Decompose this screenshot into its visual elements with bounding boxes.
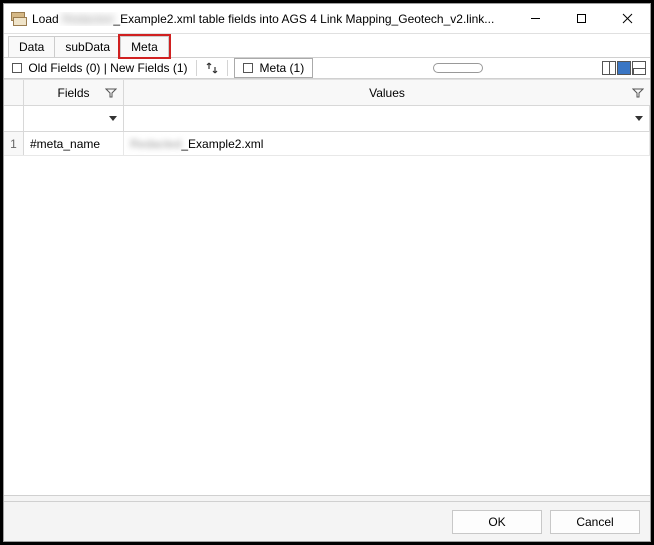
minimize-icon	[530, 13, 541, 24]
grip-handle[interactable]	[433, 63, 483, 73]
filter-values-cell[interactable]	[124, 106, 650, 131]
titlebar-buttons	[512, 4, 650, 33]
grid-header-row: Fields Values	[4, 80, 650, 106]
titlebar: Load Redacted_Example2.xml table fields …	[4, 4, 650, 34]
data-grid: Fields Values 1	[4, 79, 650, 495]
fields-separator: |	[100, 61, 110, 75]
dropdown-icon	[635, 116, 643, 121]
main-tabs: Data subData Meta	[4, 34, 650, 57]
grid-body: 1 #meta_name Redacted_Example2.xml	[4, 132, 650, 495]
minimize-button[interactable]	[512, 4, 558, 33]
cell-value-redacted: Redacted	[130, 137, 181, 151]
toolbar-divider-2	[227, 60, 228, 76]
close-icon	[622, 13, 633, 24]
footer: OK Cancel	[4, 501, 650, 541]
content-area: Data subData Meta Old Fields (0) | New F…	[4, 34, 650, 541]
title-prefix: Load	[32, 12, 62, 26]
column-header-fields-label: Fields	[57, 86, 89, 100]
cancel-button[interactable]: Cancel	[550, 510, 640, 534]
column-header-fields[interactable]: Fields	[24, 80, 124, 105]
layout-toggles	[602, 61, 648, 75]
grid-filter-row	[4, 106, 650, 132]
filter-icon[interactable]	[632, 87, 644, 99]
toolbar-divider	[196, 60, 197, 76]
fields-summary: Old Fields (0) | New Fields (1)	[6, 61, 194, 75]
window-title: Load Redacted_Example2.xml table fields …	[32, 12, 512, 26]
filter-icon[interactable]	[105, 87, 117, 99]
layout-split-v-button[interactable]	[632, 61, 646, 75]
toolbar: Old Fields (0) | New Fields (1) Meta (1)	[4, 57, 650, 79]
layout-split-h-button[interactable]	[602, 61, 616, 75]
row-header-corner	[4, 80, 24, 105]
dropdown-icon	[109, 116, 117, 121]
swap-button[interactable]	[199, 61, 225, 75]
tab-subdata[interactable]: subData	[54, 36, 121, 57]
sub-tab-meta[interactable]: Meta (1)	[234, 58, 314, 78]
title-suffix: _Example2.xml table fields into AGS 4 Li…	[113, 12, 494, 26]
column-header-values[interactable]: Values	[124, 80, 650, 105]
filter-fields-cell[interactable]	[24, 106, 124, 131]
tab-meta[interactable]: Meta	[120, 36, 169, 57]
app-icon	[10, 11, 26, 27]
cell-value[interactable]: Redacted_Example2.xml	[124, 132, 650, 155]
sub-tab-meta-label: Meta (1)	[260, 61, 305, 75]
maximize-icon	[576, 13, 587, 24]
row-header-blank	[4, 106, 24, 131]
close-button[interactable]	[604, 4, 650, 33]
row-number-cell: 1	[4, 132, 24, 155]
toolbar-spacer	[313, 63, 602, 73]
tab-data[interactable]: Data	[8, 36, 55, 57]
swap-icon	[205, 61, 219, 75]
checkbox-icon[interactable]	[243, 63, 253, 73]
column-header-values-label: Values	[369, 86, 405, 100]
layout-single-button[interactable]	[617, 61, 631, 75]
maximize-button[interactable]	[558, 4, 604, 33]
title-redacted: Redacted	[62, 12, 113, 26]
cell-field[interactable]: #meta_name	[24, 132, 124, 155]
ok-button[interactable]: OK	[452, 510, 542, 534]
table-row[interactable]: 1 #meta_name Redacted_Example2.xml	[4, 132, 650, 156]
checkbox-icon[interactable]	[12, 63, 22, 73]
cell-value-suffix: _Example2.xml	[181, 137, 263, 151]
old-fields-label: Old Fields (0)	[28, 61, 100, 75]
new-fields-label: New Fields (1)	[110, 61, 187, 75]
window: Load Redacted_Example2.xml table fields …	[3, 3, 651, 542]
